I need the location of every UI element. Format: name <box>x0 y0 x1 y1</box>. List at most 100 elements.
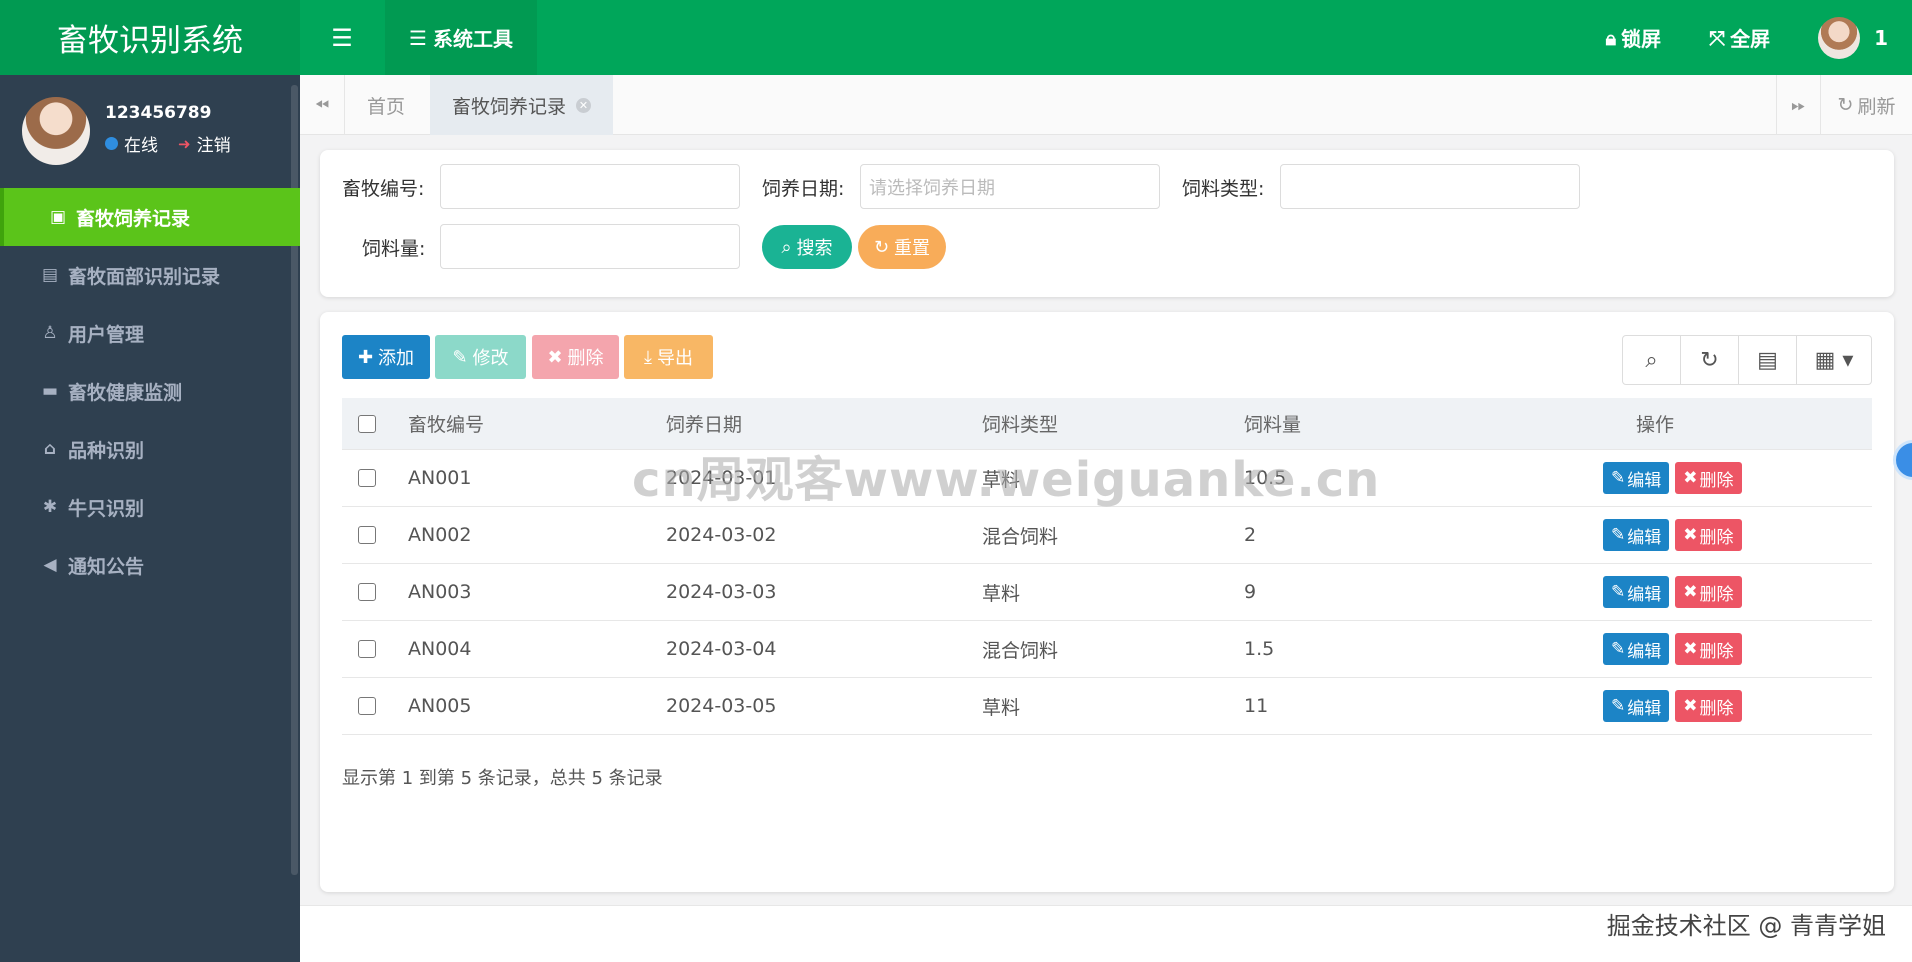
row-delete-button[interactable]: ✖ 删除 <box>1675 519 1742 551</box>
row-edit-button[interactable]: ✎ 编辑 <box>1603 576 1670 608</box>
logout-link[interactable]: 注销 <box>197 131 231 156</box>
row-delete-button[interactable]: ✖ 删除 <box>1675 690 1742 722</box>
hamburger-icon: ☰ <box>331 23 353 52</box>
sidebar-item-face-recognition[interactable]: ▤ 畜牧面部识别记录 <box>0 246 300 304</box>
table-panel: ✚ 添加 ✎ 修改 ✖ 删除 ⤓ 导出 ⌕ ↻ ▤ ▦ ▾ 畜牧编号 饲养日期 … <box>320 312 1894 892</box>
system-tools-tab[interactable]: ☰ 系统工具 <box>385 0 537 75</box>
sidebar-item-cattle-recognition[interactable]: ✱ 牛只识别 <box>0 478 300 536</box>
table-row[interactable]: AN002 2024-03-02 混合饲料 2 ✎ 编辑 ✖ 删除 <box>342 507 1872 564</box>
system-tools-label: 系统工具 <box>432 27 513 51</box>
edit-button[interactable]: ✎ 修改 <box>435 335 526 379</box>
refresh-icon: ↻ <box>1700 347 1719 373</box>
cell-type: 草料 <box>982 696 1021 719</box>
row-delete-label: 删除 <box>1699 698 1734 719</box>
feed-amount-input[interactable] <box>440 224 740 269</box>
grid-icon: ▦ ▾ <box>1814 347 1854 373</box>
row-checkbox[interactable] <box>358 640 376 658</box>
cell-date: 2024-03-02 <box>666 524 777 546</box>
row-edit-button[interactable]: ✎ 编辑 <box>1603 633 1670 665</box>
sidebar-item-feeding-records[interactable]: ▣ 畜牧饲养记录 <box>0 188 300 246</box>
close-icon: ✖ <box>1683 468 1698 488</box>
logout-icon[interactable]: ➜ <box>178 135 191 153</box>
bank-icon: ⌂ <box>43 439 57 459</box>
row-checkbox[interactable] <box>358 526 376 544</box>
row-edit-button[interactable]: ✎ 编辑 <box>1603 519 1670 551</box>
sidebar-item-breed-recognition[interactable]: ⌂ 品种识别 <box>0 420 300 478</box>
table-row[interactable]: AN003 2024-03-03 草料 9 ✎ 编辑 ✖ 删除 <box>342 564 1872 621</box>
sidebar-item-label: 畜牧健康监测 <box>68 381 183 404</box>
row-edit-label: 编辑 <box>1627 584 1662 605</box>
sidebar: 123456789 在线 ➜ 注销 ▣ 畜牧饲养记录 ▤ 畜牧面部识别记录 ♙ … <box>0 75 300 962</box>
row-checkbox[interactable] <box>358 697 376 715</box>
livestock-id-input[interactable] <box>440 164 740 209</box>
table-refresh-button[interactable]: ↻ <box>1681 336 1739 384</box>
table-toggle-view-button[interactable]: ▤ <box>1739 336 1797 384</box>
row-delete-button[interactable]: ✖ 删除 <box>1675 633 1742 665</box>
row-checkbox[interactable] <box>358 583 376 601</box>
table-row[interactable]: AN004 2024-03-04 混合饲料 1.5 ✎ 编辑 ✖ 删除 <box>342 621 1872 678</box>
export-button-label: 导出 <box>656 348 693 369</box>
download-icon: ⤓ <box>644 346 652 368</box>
close-icon: ✖ <box>1683 639 1698 659</box>
tabs-scroll-left-button[interactable]: ⏪︎ <box>300 75 345 135</box>
add-button[interactable]: ✚ 添加 <box>342 335 430 379</box>
export-button[interactable]: ⤓ 导出 <box>624 335 713 379</box>
reset-button-label: 重置 <box>894 238 931 259</box>
tab-home[interactable]: 首页 <box>345 75 427 135</box>
fullscreen-button[interactable]: ⤧ 全屏 <box>1709 23 1770 52</box>
row-edit-button[interactable]: ✎ 编辑 <box>1603 690 1670 722</box>
reset-button[interactable]: ↻ 重置 <box>858 225 946 269</box>
cell-id: AN002 <box>408 524 472 546</box>
select-all-checkbox[interactable] <box>358 414 376 433</box>
brand-title: 畜牧识别系统 <box>0 0 300 75</box>
cell-date: 2024-03-04 <box>666 638 777 660</box>
header-avatar[interactable] <box>1818 16 1861 59</box>
row-edit-button[interactable]: ✎ 编辑 <box>1603 462 1670 494</box>
row-delete-label: 删除 <box>1699 470 1734 491</box>
feed-type-input[interactable] <box>1280 164 1580 209</box>
lock-screen-button[interactable]: 🔒︎ 锁屏 <box>1605 23 1661 52</box>
row-edit-label: 编辑 <box>1627 641 1662 662</box>
sidebar-item-label: 畜牧面部识别记录 <box>68 265 221 288</box>
tab-feeding-records[interactable]: 畜牧饲养记录 ✕ <box>430 75 614 135</box>
edit-icon: ✎ <box>1611 696 1626 716</box>
row-delete-button[interactable]: ✖ 删除 <box>1675 576 1742 608</box>
sidebar-item-announcements[interactable]: ◀ 通知公告 <box>0 536 300 594</box>
cell-amount: 2 <box>1244 524 1257 546</box>
close-icon: ✖ <box>1683 582 1698 602</box>
menu-toggle-button[interactable]: ☰ <box>300 0 384 75</box>
column-header[interactable]: 畜牧编号 <box>408 398 484 449</box>
floating-side-button[interactable] <box>1893 440 1912 480</box>
livestock-id-label: 畜牧编号: <box>342 178 425 200</box>
edit-button-label: 修改 <box>472 348 509 369</box>
tabs-scroll-right-button[interactable]: ⏩︎ <box>1776 75 1820 135</box>
sidebar-item-health-monitor[interactable]: ▬ 畜牧健康监测 <box>0 362 300 420</box>
search-button-label: 搜索 <box>796 238 833 259</box>
header-username[interactable]: 1 <box>1874 26 1888 50</box>
table-row[interactable]: AN005 2024-03-05 草料 11 ✎ 编辑 ✖ 删除 <box>342 678 1872 735</box>
page-tabs-bar: ⏪︎ 首页 畜牧饲养记录 ✕ ⏩︎ ↻ 刷新 <box>300 75 1912 135</box>
top-header: 畜牧识别系统 ☰ ☰ 系统工具 🔒︎ 锁屏 ⤧ 全屏 1 <box>0 0 1912 75</box>
table-search-button[interactable]: ⌕ <box>1623 336 1681 384</box>
sidebar-item-users[interactable]: ♙ 用户管理 <box>0 304 300 362</box>
cell-type: 草料 <box>982 582 1021 605</box>
sidebar-item-label: 牛只识别 <box>68 497 145 520</box>
feed-type-label: 饲料类型: <box>1182 178 1265 200</box>
sidebar-menu: ▣ 畜牧饲养记录 ▤ 畜牧面部识别记录 ♙ 用户管理 ▬ 畜牧健康监测 ⌂ 品种… <box>0 188 300 594</box>
edit-icon: ✎ <box>1611 582 1626 602</box>
refresh-icon: ↻ <box>1837 94 1854 116</box>
refresh-tab-button[interactable]: ↻ 刷新 <box>1820 75 1912 135</box>
status-label: 在线 <box>124 136 158 156</box>
sidebar-item-label: 通知公告 <box>68 555 145 578</box>
row-delete-button[interactable]: ✖ 删除 <box>1675 462 1742 494</box>
close-icon: ✖ <box>547 346 563 368</box>
row-edit-label: 编辑 <box>1627 527 1662 548</box>
search-form: 畜牧编号: 饲养日期: 请选择饲养日期 饲料类型: 饲料量: ⌕ 搜索 ↻ 重置 <box>320 150 1894 297</box>
table-columns-dropdown[interactable]: ▦ ▾ <box>1797 336 1871 384</box>
close-icon[interactable]: ✕ <box>576 97 592 113</box>
delete-button[interactable]: ✖ 删除 <box>532 335 619 379</box>
cell-id: AN003 <box>408 581 472 603</box>
feed-date-input[interactable]: 请选择饲养日期 <box>860 164 1160 209</box>
search-button[interactable]: ⌕ 搜索 <box>762 225 852 269</box>
row-checkbox[interactable] <box>358 469 376 487</box>
